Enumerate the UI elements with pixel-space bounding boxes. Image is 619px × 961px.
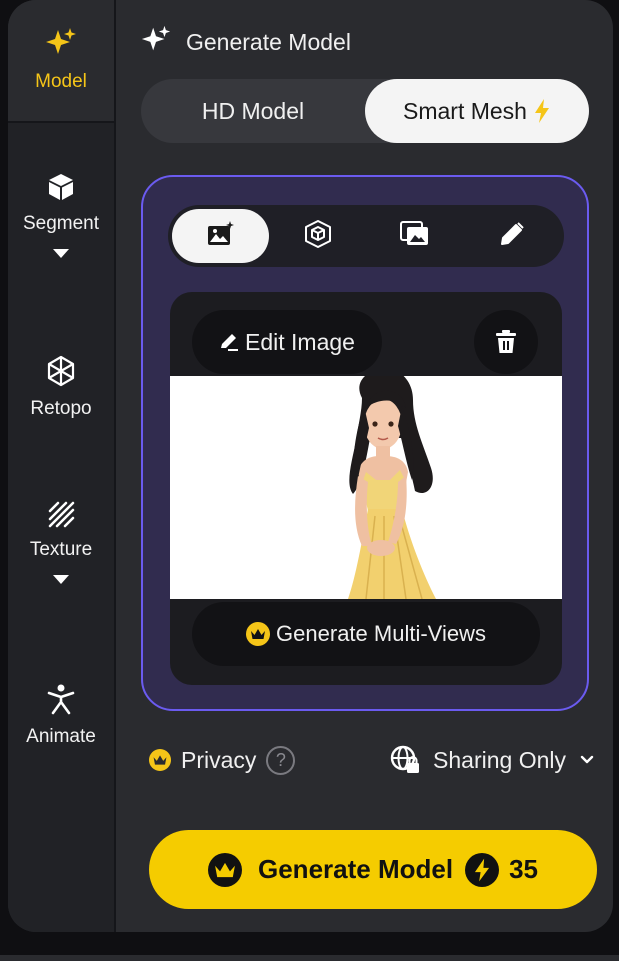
trash-icon bbox=[494, 329, 518, 355]
globe-lock-icon bbox=[389, 744, 421, 776]
tab-multi-image[interactable] bbox=[366, 209, 463, 263]
sidebar-item-label: Model bbox=[35, 71, 87, 92]
generate-model-button[interactable]: Generate Model 35 bbox=[149, 830, 597, 909]
input-card: Edit Image Generate Multi-Views bbox=[141, 175, 589, 711]
sidebar: Model Segment Retopo Texture Animate bbox=[8, 0, 116, 932]
sharing-dropdown[interactable]: Sharing Only bbox=[389, 740, 594, 780]
privacy-toggle[interactable]: Privacy ? bbox=[149, 740, 296, 780]
sparkles-icon bbox=[140, 24, 172, 61]
privacy-label: Privacy bbox=[181, 746, 257, 773]
sidebar-item-animate[interactable]: Animate bbox=[8, 683, 114, 748]
sidebar-item-texture[interactable]: Texture bbox=[8, 500, 114, 584]
sharing-label: Sharing Only bbox=[433, 746, 566, 773]
input-mode-tabs bbox=[168, 205, 564, 267]
generate-multi-views-button[interactable]: Generate Multi-Views bbox=[192, 602, 540, 666]
sidebar-item-label: Texture bbox=[29, 539, 93, 560]
bottom-edge bbox=[0, 955, 619, 961]
image-add-icon bbox=[207, 220, 235, 252]
main-content: Generate Model HD Model Smart Mesh Edit … bbox=[116, 0, 613, 932]
lightning-icon bbox=[533, 98, 551, 124]
chevron-down-icon[interactable] bbox=[53, 249, 69, 258]
crown-icon bbox=[149, 749, 171, 771]
sidebar-item-model[interactable]: Model bbox=[8, 0, 114, 121]
sidebar-item-label: Animate bbox=[26, 726, 96, 747]
image-preview: Edit Image Generate Multi-Views bbox=[170, 292, 562, 685]
tab-image-to-3d[interactable] bbox=[172, 209, 269, 263]
edit-pencil-icon bbox=[219, 332, 239, 352]
uploaded-image bbox=[170, 376, 562, 599]
mesh-icon bbox=[45, 355, 77, 392]
panel-header: Generate Model bbox=[140, 24, 351, 61]
model-type-toggle: HD Model Smart Mesh bbox=[141, 79, 589, 143]
edit-image-label: Edit Image bbox=[245, 328, 355, 355]
multi-views-label: Generate Multi-Views bbox=[276, 621, 486, 646]
privacy-row: Privacy ? Sharing Only bbox=[149, 740, 594, 780]
generate-panel: Model Segment Retopo Texture Animate Gen… bbox=[8, 0, 613, 932]
delete-image-button[interactable] bbox=[474, 310, 538, 374]
divider bbox=[8, 121, 114, 123]
sidebar-item-label: Retopo bbox=[30, 398, 92, 419]
generate-model-label: Generate Model bbox=[258, 854, 454, 884]
tab-label: HD Model bbox=[201, 97, 305, 124]
tab-label: Smart Mesh bbox=[403, 97, 527, 124]
crown-icon bbox=[246, 622, 271, 646]
lightning-icon bbox=[465, 852, 500, 887]
pencil-icon bbox=[499, 221, 525, 252]
character-illustration bbox=[348, 376, 436, 599]
figure-icon bbox=[46, 683, 76, 720]
help-icon[interactable]: ? bbox=[266, 745, 296, 775]
credit-cost: 35 bbox=[509, 854, 538, 884]
sidebar-item-retopo[interactable]: Retopo bbox=[8, 355, 114, 420]
images-icon bbox=[399, 220, 430, 252]
page-title: Generate Model bbox=[186, 29, 351, 55]
texture-icon bbox=[47, 500, 75, 533]
tab-hd-model[interactable]: HD Model bbox=[141, 79, 365, 143]
sidebar-item-segment[interactable]: Segment bbox=[8, 172, 114, 258]
edit-image-button[interactable]: Edit Image bbox=[192, 310, 382, 374]
chevron-down-icon bbox=[580, 755, 594, 765]
tab-smart-mesh[interactable]: Smart Mesh bbox=[365, 79, 589, 143]
cube-outline-icon bbox=[303, 219, 333, 254]
crown-icon bbox=[208, 852, 242, 887]
sidebar-item-label: Segment bbox=[22, 213, 100, 234]
tab-sketch[interactable] bbox=[463, 209, 560, 263]
chevron-down-icon[interactable] bbox=[53, 575, 69, 584]
cube-icon bbox=[46, 172, 76, 207]
tab-model[interactable] bbox=[269, 209, 366, 263]
sparkles-icon bbox=[44, 26, 78, 65]
